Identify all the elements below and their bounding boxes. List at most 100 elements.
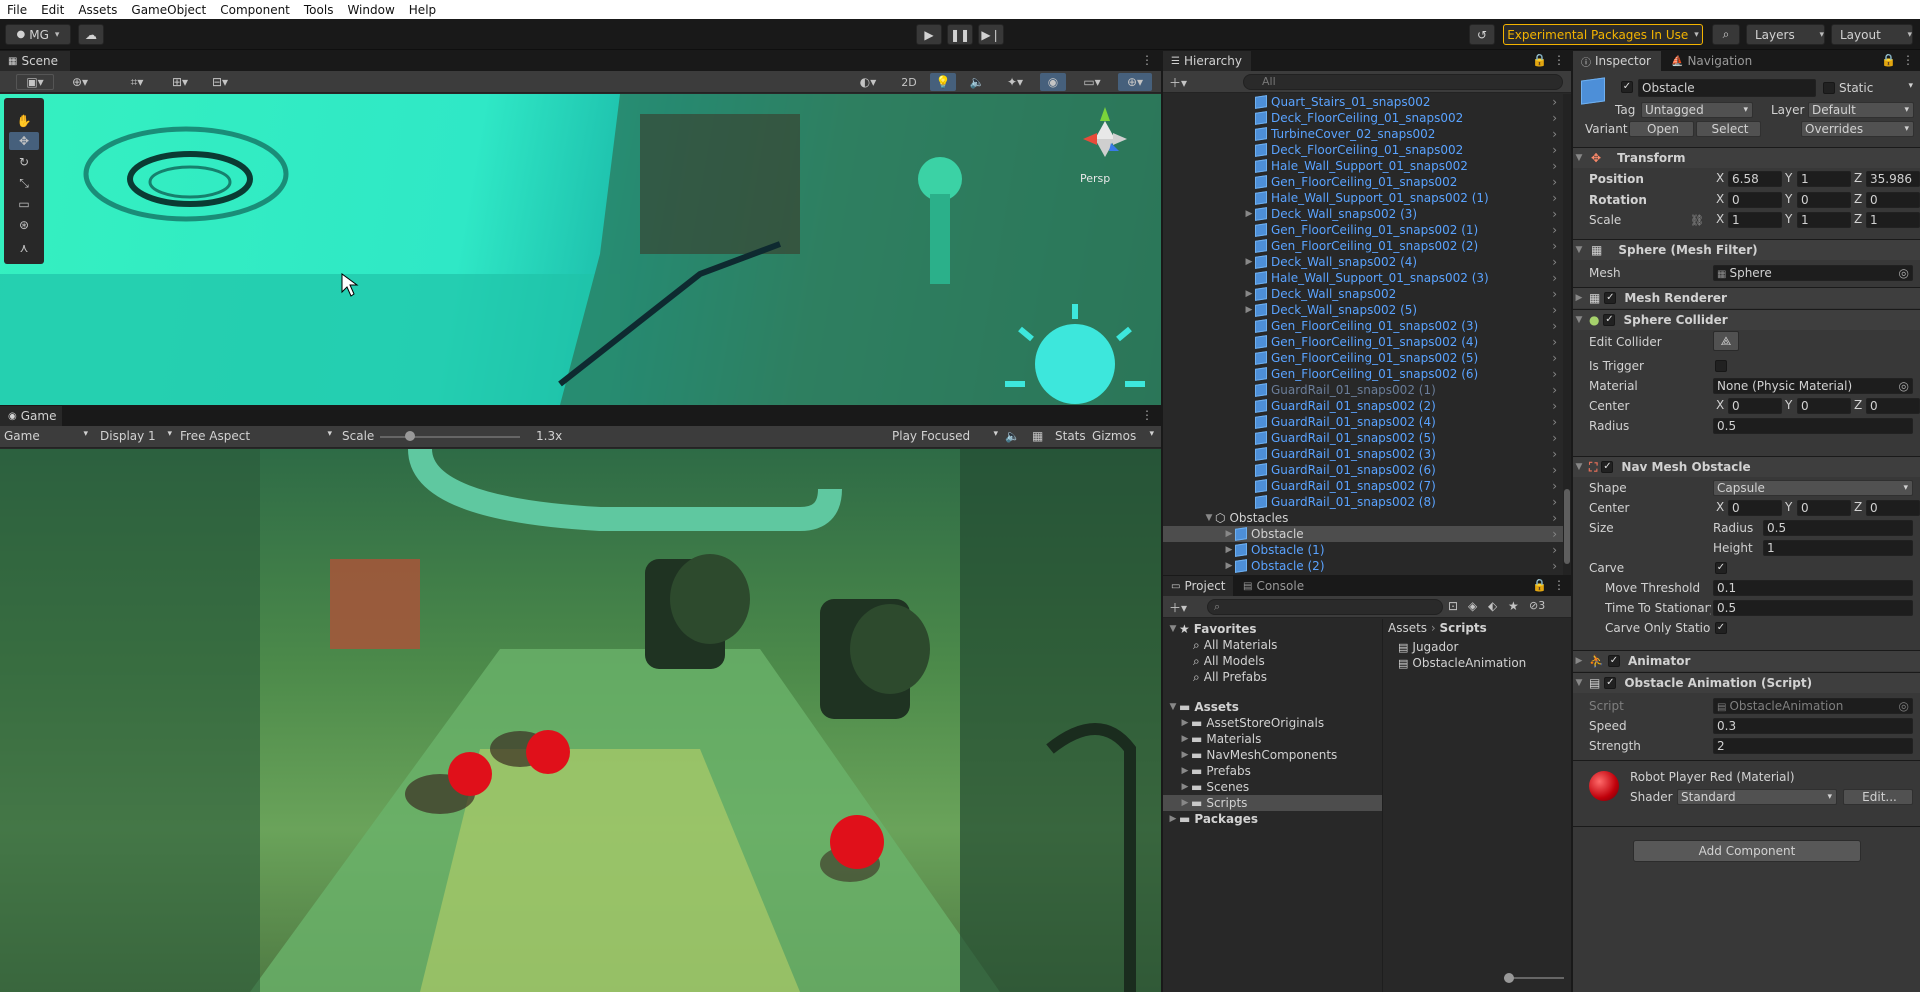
expand-arrow-icon[interactable]: ▶: [1179, 718, 1191, 728]
scale-slider[interactable]: [380, 436, 520, 438]
height-field[interactable]: 1: [1763, 540, 1913, 556]
hierarchy-item[interactable]: Hale_Wall_Support_01_snaps002 ›: [1163, 158, 1563, 174]
script-header[interactable]: ▼ ▤ ✓ Obstacle Animation (Script): [1573, 672, 1920, 693]
object-name-input[interactable]: Obstacle: [1638, 79, 1816, 97]
favorite-item[interactable]: ⌕ All Materials: [1163, 637, 1382, 653]
hierarchy-item[interactable]: Gen_FloorCeiling_01_snaps002 (2) ›: [1163, 238, 1563, 254]
vector-z-field[interactable]: 0: [1866, 192, 1920, 208]
lock-icon[interactable]: 🔒: [1532, 53, 1547, 67]
vector-y-field[interactable]: 0: [1797, 192, 1851, 208]
open-prefab-chevron-icon[interactable]: ›: [1552, 479, 1557, 493]
hierarchy-item[interactable]: ▶ Obstacle (2) ›: [1163, 558, 1563, 574]
open-prefab-chevron-icon[interactable]: ›: [1552, 303, 1557, 317]
open-prefab-chevron-icon[interactable]: ›: [1552, 399, 1557, 413]
open-prefab-chevron-icon[interactable]: ›: [1552, 527, 1557, 541]
hierarchy-item[interactable]: Gen_FloorCeiling_01_snaps002 (4) ›: [1163, 334, 1563, 350]
camera-icon[interactable]: ▭▾: [1075, 74, 1109, 90]
vector-y-field[interactable]: 1: [1797, 212, 1851, 228]
shortcut-icon[interactable]: ▦: [1032, 429, 1043, 443]
open-prefab-chevron-icon[interactable]: ›: [1552, 111, 1557, 125]
breadcrumb-scripts[interactable]: Scripts: [1440, 621, 1487, 635]
asset-folder[interactable]: ▶ ▬ Scripts: [1163, 795, 1382, 811]
shader-dropdown[interactable]: Standard ▾: [1677, 789, 1837, 805]
expand-arrow-icon[interactable]: ▶: [1223, 529, 1235, 539]
menu-item[interactable]: Tools: [297, 3, 341, 17]
toggle-2d-button[interactable]: 2D: [896, 74, 922, 90]
menu-item[interactable]: Edit: [34, 3, 71, 17]
constrain-proportions-icon[interactable]: ⛓: [1690, 214, 1704, 227]
vector-y-field[interactable]: 0: [1797, 500, 1851, 516]
nav-radius-field[interactable]: 0.5: [1763, 520, 1913, 536]
collider-checkbox[interactable]: ✓: [1603, 314, 1616, 326]
tag-dropdown[interactable]: Untagged ▾: [1641, 102, 1753, 118]
navobstacle-checkbox[interactable]: ✓: [1601, 461, 1614, 473]
overrides-dropdown[interactable]: Overrides ▾: [1801, 121, 1914, 137]
open-prefab-chevron-icon[interactable]: ›: [1552, 463, 1557, 477]
hierarchy-item[interactable]: GuardRail_01_snaps002 (1) ›: [1163, 382, 1563, 398]
menu-item[interactable]: Window: [340, 3, 401, 17]
menu-item[interactable]: Assets: [71, 3, 124, 17]
hierarchy-scrollbar[interactable]: [1563, 94, 1571, 575]
search-icon[interactable]: ⌕: [1712, 24, 1740, 45]
hierarchy-item[interactable]: GuardRail_01_snaps002 (5) ›: [1163, 430, 1563, 446]
grid-snap-icon[interactable]: ⌗▾: [118, 74, 156, 90]
hierarchy-item[interactable]: Gen_FloorCeiling_01_snaps002 ›: [1163, 174, 1563, 190]
increment-snap-icon[interactable]: ⊟▾: [202, 74, 238, 90]
icon-size-handle[interactable]: [1504, 973, 1514, 983]
collider-radius-field[interactable]: 0.5: [1713, 418, 1913, 434]
account-dropdown[interactable]: ● MG: [5, 24, 71, 45]
file-item[interactable]: ▤ ObstacleAnimation: [1384, 655, 1571, 671]
open-prefab-chevron-icon[interactable]: ›: [1552, 271, 1557, 285]
open-prefab-chevron-icon[interactable]: ›: [1552, 95, 1557, 109]
expand-arrow-icon[interactable]: ▶: [1243, 289, 1255, 299]
navobstacle-header[interactable]: ▼ ⛶ ✓ Nav Mesh Obstacle: [1573, 456, 1920, 477]
speed-field[interactable]: 0.3: [1713, 718, 1913, 734]
vector-x-field[interactable]: 0: [1728, 192, 1782, 208]
history-icon[interactable]: ↺: [1469, 24, 1495, 45]
expand-arrow-icon[interactable]: ▶: [1179, 798, 1191, 808]
display-dropdown[interactable]: Display 1 ▾: [100, 429, 172, 445]
menu-item[interactable]: GameObject: [124, 3, 213, 17]
more-icon[interactable]: ⋮: [1141, 53, 1153, 67]
play-focused-dropdown[interactable]: Play Focused ▾: [892, 429, 998, 445]
hierarchy-item[interactable]: Gen_FloorCeiling_01_snaps002 (6) ›: [1163, 366, 1563, 382]
vector-z-field[interactable]: 0: [1866, 500, 1920, 516]
active-checkbox[interactable]: ✓: [1621, 81, 1633, 93]
project-create-icon[interactable]: ＋▾: [1169, 599, 1187, 616]
vector-z-field[interactable]: 35.986: [1866, 171, 1920, 187]
hand-tool-icon[interactable]: ✋: [9, 112, 39, 130]
vector-x-field[interactable]: 6.58: [1728, 171, 1782, 187]
hierarchy-more-icon[interactable]: ⋮: [1553, 53, 1565, 67]
grid-visibility-icon[interactable]: ⊞▾: [162, 74, 198, 90]
expand-arrow-icon[interactable]: ▶: [1179, 766, 1191, 776]
assets-header[interactable]: ▼ ▬ Assets: [1163, 699, 1382, 715]
tab-hierarchy[interactable]: ☰ Hierarchy: [1163, 51, 1251, 71]
game-view-dropdown[interactable]: Game ▾: [4, 429, 88, 445]
open-prefab-chevron-icon[interactable]: ›: [1552, 255, 1557, 269]
hierarchy-item[interactable]: Deck_FloorCeiling_01_snaps002 ›: [1163, 110, 1563, 126]
open-prefab-chevron-icon[interactable]: ›: [1552, 351, 1557, 365]
tab-game[interactable]: ◉ Game: [0, 406, 62, 426]
open-prefab-chevron-icon[interactable]: ›: [1552, 559, 1557, 573]
expand-arrow-icon[interactable]: ▶: [1243, 257, 1255, 267]
scale-tool-icon[interactable]: ⤡: [9, 174, 39, 192]
open-prefab-chevron-icon[interactable]: ›: [1552, 383, 1557, 397]
transform-tool-icon[interactable]: ⊛: [9, 216, 39, 234]
hierarchy-item[interactable]: Gen_FloorCeiling_01_snaps002 (3) ›: [1163, 318, 1563, 334]
vector-y-field[interactable]: 1: [1797, 171, 1851, 187]
favorite-item[interactable]: ⌕ All Prefabs: [1163, 669, 1382, 685]
game-more-icon[interactable]: ⋮: [1141, 408, 1153, 422]
hidden-packages-icon[interactable]: ⊘ 3: [1529, 599, 1545, 612]
open-prefab-chevron-icon[interactable]: ›: [1552, 319, 1557, 333]
hierarchy-item[interactable]: ▶ Obstacle ›: [1163, 526, 1563, 542]
open-prefab-chevron-icon[interactable]: ›: [1552, 415, 1557, 429]
mute-audio-icon[interactable]: 🔈: [1005, 429, 1020, 443]
edit-shader-button[interactable]: Edit...: [1843, 789, 1913, 805]
hierarchy-scroll-thumb[interactable]: [1564, 489, 1570, 564]
hierarchy-item[interactable]: GuardRail_01_snaps002 (2) ›: [1163, 398, 1563, 414]
tab-console[interactable]: ▤ Console: [1235, 576, 1313, 596]
open-prefab-chevron-icon[interactable]: ›: [1552, 367, 1557, 381]
hierarchy-item[interactable]: GuardRail_01_snaps002 (8) ›: [1163, 494, 1563, 510]
experimental-packages-warning[interactable]: Experimental Packages In Use: [1503, 24, 1703, 45]
global-local-icon[interactable]: ⊕▾: [62, 74, 98, 90]
